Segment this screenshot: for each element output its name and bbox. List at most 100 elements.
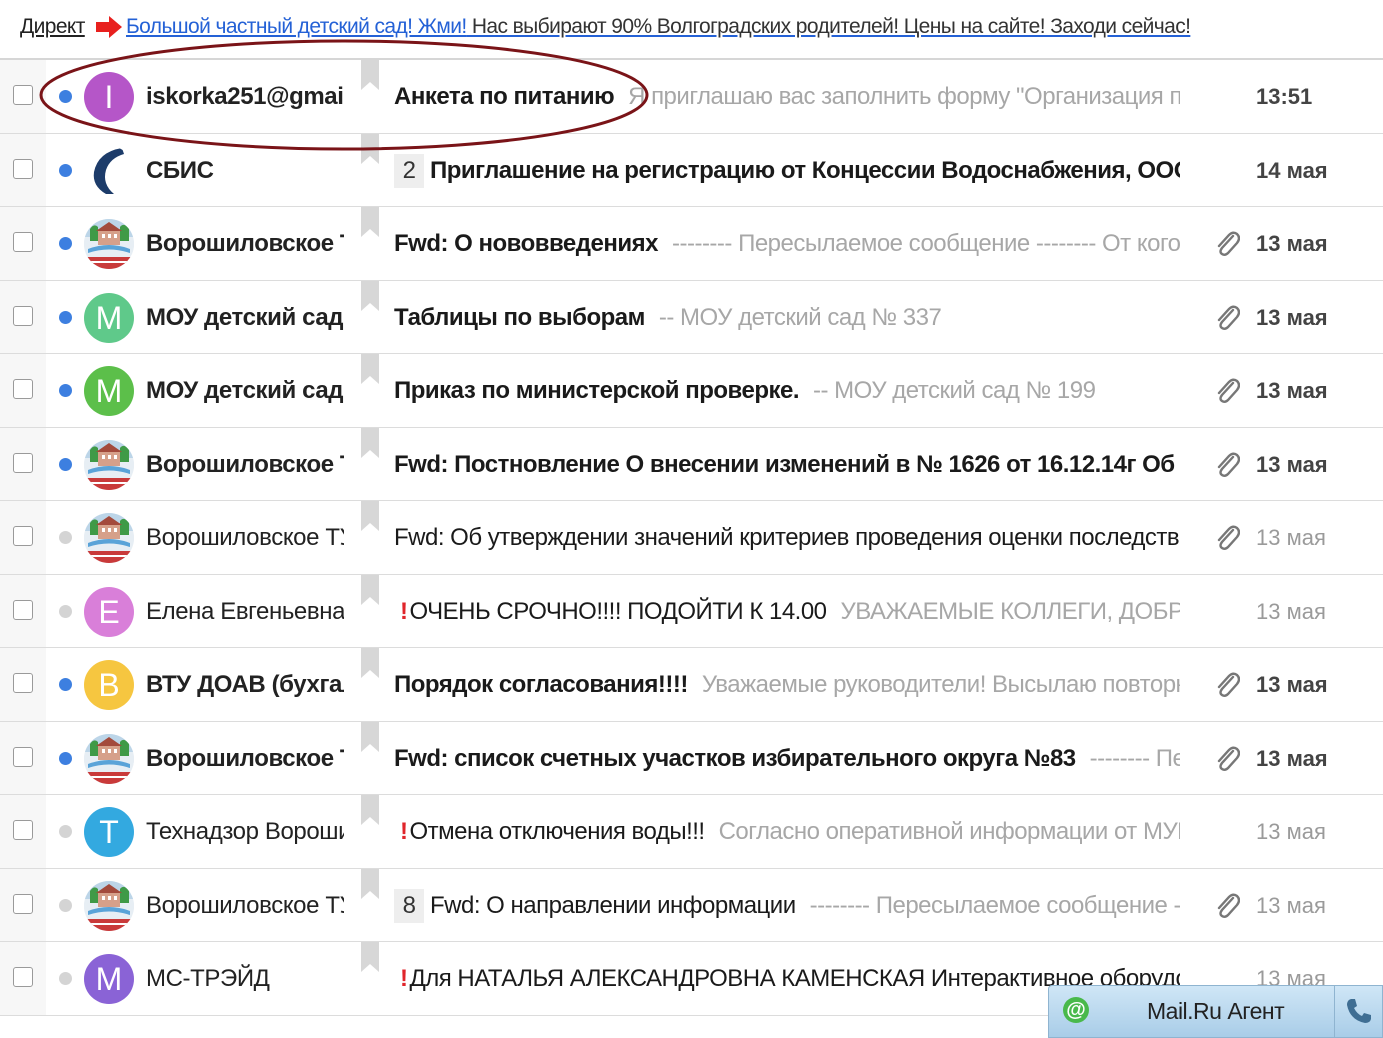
read-status-dot[interactable]: [59, 163, 72, 177]
building-avatar-icon: [84, 880, 134, 931]
bookmark-flag-icon[interactable]: [361, 427, 379, 458]
select-checkbox[interactable]: [13, 526, 33, 546]
read-status-dot[interactable]: [59, 825, 72, 838]
bookmark-flag-icon[interactable]: [361, 942, 379, 972]
subject-line[interactable]: Fwd: Постновление О внесении изменений в…: [394, 428, 1180, 501]
sender-name: Ворошиловское Т: [146, 230, 344, 257]
building-avatar-icon: [84, 513, 134, 563]
subject-line[interactable]: !ОЧЕНЬ СРОЧНО!!!! ПОДОЙТИ К 14.00 УВАЖАЕМ…: [394, 575, 1180, 648]
message-row[interactable]: Ворошиловское ТУ Д Fwd: Об утверждении з…: [0, 501, 1383, 575]
direkt-link[interactable]: Директ: [20, 0, 85, 54]
read-status-dot[interactable]: [59, 90, 72, 103]
message-subject: Fwd: О нововведениях: [394, 230, 658, 257]
agent-at-icon: @: [1063, 997, 1089, 1023]
bookmark-flag-icon[interactable]: [361, 795, 379, 825]
message-subject: Таблицы по выборам: [394, 303, 645, 331]
read-status-dot[interactable]: [59, 310, 72, 324]
read-status-dot[interactable]: [59, 384, 72, 397]
subject-line[interactable]: Fwd: список счетных участков избирательн…: [394, 722, 1180, 795]
select-checkbox[interactable]: [13, 893, 33, 914]
bookmark-flag-icon[interactable]: [361, 354, 379, 384]
message-row[interactable]: М МОУ детский сад N Приказ по министерск…: [0, 354, 1383, 428]
select-checkbox[interactable]: [13, 232, 33, 252]
sender-name: Ворошиловское ТУ Д: [146, 891, 344, 919]
mail-ru-agent-bar[interactable]: @ Mail.Ru Агент: [1048, 985, 1383, 1038]
read-status-dot[interactable]: [59, 751, 72, 765]
agent-title: Mail.Ru Агент: [1147, 998, 1285, 1024]
message-list: I iskorka251@gmail.c Анкета по питанию Я …: [0, 60, 1383, 1016]
direct-ad-banner: Директ Большой частный детский сад! Жми!…: [0, 0, 1383, 60]
read-status-dot[interactable]: [59, 531, 72, 544]
message-subject: Приказ по министерской проверке.: [394, 377, 800, 404]
select-checkbox[interactable]: [13, 599, 33, 620]
message-row[interactable]: Ворошиловское Т Fwd: О нововведениях ----…: [0, 207, 1383, 281]
subject-line[interactable]: Fwd: Об утверждении значений критериев п…: [394, 501, 1180, 574]
read-status-dot[interactable]: [59, 237, 72, 250]
bookmark-flag-icon[interactable]: [361, 133, 379, 164]
sender-name: ВТУ ДОАВ (бухгалт: [146, 671, 344, 698]
bookmark-flag-icon[interactable]: [361, 721, 379, 752]
message-row[interactable]: Ворошиловское Т Fwd: список счетных учас…: [0, 721, 1383, 795]
subject-line[interactable]: !Отмена отключения воды!!! Согласно опера…: [394, 795, 1180, 868]
subject-line[interactable]: 8 Fwd: О направлении информации -------- П…: [394, 869, 1180, 942]
subject-line[interactable]: Таблицы по выборам -- МОУ детский сад № 3…: [394, 281, 1180, 354]
message-row[interactable]: Ворошиловское ТУ Д 8Fwd: О направлении и…: [0, 868, 1383, 942]
ad-link[interactable]: Большой частный детский сад! Жми! Нас вы…: [126, 0, 1191, 54]
subject-line[interactable]: 2 Приглашение на регистрацию от Концессии…: [394, 134, 1180, 207]
select-checkbox[interactable]: [13, 967, 33, 987]
select-checkbox[interactable]: [13, 746, 33, 767]
read-status-dot[interactable]: [59, 972, 72, 985]
subject-line[interactable]: Приказ по министерской проверке. -- МОУ д…: [394, 354, 1180, 427]
thread-count-badge: 2: [394, 154, 424, 189]
sender-name: МОУ детский сад N: [146, 303, 344, 331]
sender-name: Ворошиловское Т: [146, 744, 344, 772]
phone-icon[interactable]: [1344, 996, 1374, 1026]
subject-line[interactable]: Порядок согласования!!!! Уважаемые руково…: [394, 648, 1180, 721]
message-row[interactable]: I iskorka251@gmail.c Анкета по питанию Я …: [0, 60, 1383, 134]
bookmark-flag-icon[interactable]: [361, 501, 379, 531]
select-checkbox[interactable]: [13, 158, 33, 179]
select-checkbox[interactable]: [13, 452, 33, 473]
bookmark-flag-icon[interactable]: [361, 648, 379, 678]
message-row[interactable]: СБИС 2 Приглашение на регистрацию от Конц…: [0, 133, 1383, 207]
message-date: 13 мая: [1256, 598, 1326, 624]
select-checkbox[interactable]: [13, 85, 33, 105]
read-status-dot[interactable]: [59, 604, 72, 618]
read-status-dot[interactable]: [59, 898, 72, 912]
sender-name: Ворошиловское ТУ Д: [146, 524, 344, 551]
select-checkbox[interactable]: [13, 305, 33, 326]
select-checkbox[interactable]: [13, 673, 33, 693]
message-subject: Приглашение на регистрацию от Концессии …: [430, 156, 1180, 184]
paperclip-icon: [1217, 893, 1240, 918]
message-row[interactable]: Е Елена Евгеньевна !ОЧЕНЬ СРОЧНО!!!! ПОД…: [0, 574, 1383, 648]
read-status-dot[interactable]: [59, 457, 72, 471]
message-subject: Анкета по питанию: [394, 83, 615, 110]
message-date: 13 мая: [1256, 451, 1328, 477]
subject-line[interactable]: Fwd: О нововведениях -------- Пересылаемо…: [394, 207, 1180, 280]
select-checkbox[interactable]: [13, 820, 33, 840]
bookmark-flag-icon[interactable]: [361, 868, 379, 899]
paperclip-icon: [1217, 672, 1240, 697]
important-icon: !: [400, 818, 408, 845]
message-subject: Fwd: О направлении информации: [430, 891, 796, 919]
bookmark-flag-icon[interactable]: [361, 574, 379, 605]
message-date: 13 мая: [1256, 304, 1328, 330]
paperclip-icon: [1217, 452, 1240, 477]
bookmark-flag-icon[interactable]: [361, 280, 379, 311]
building-avatar-icon: [84, 439, 134, 490]
bookmark-flag-icon[interactable]: [361, 60, 379, 90]
read-status-dot[interactable]: [59, 678, 72, 691]
building-avatar-icon: [84, 733, 134, 784]
message-row[interactable]: Ворошиловское Т Fwd: Постновление О внес…: [0, 427, 1383, 501]
message-date: 14 мая: [1256, 157, 1328, 183]
sender-name: СБИС: [146, 156, 214, 184]
message-row[interactable]: М МОУ детский сад N Таблицы по выборам --…: [0, 280, 1383, 354]
letter-avatar: В: [84, 660, 134, 710]
subject-line[interactable]: Анкета по питанию Я приглашаю вас заполни…: [394, 60, 1180, 133]
sender-name: Технадзор Ворошил: [146, 818, 344, 845]
letter-avatar: Т: [84, 807, 134, 857]
message-row[interactable]: Т Технадзор Ворошил !Отмена отключения в…: [0, 795, 1383, 869]
message-row[interactable]: В ВТУ ДОАВ (бухгалт Порядок согласования…: [0, 648, 1383, 722]
bookmark-flag-icon[interactable]: [361, 207, 379, 237]
select-checkbox[interactable]: [13, 379, 33, 399]
